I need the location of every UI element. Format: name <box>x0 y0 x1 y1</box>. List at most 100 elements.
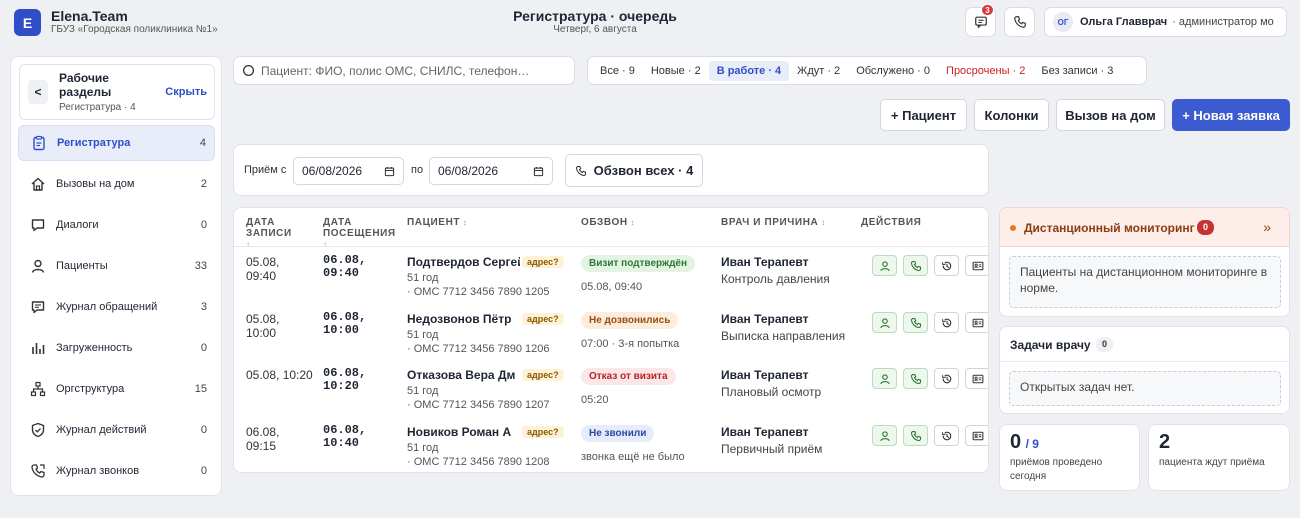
add-patient-button[interactable]: + Пациент <box>880 99 967 131</box>
history-icon <box>941 374 951 383</box>
sort-icon[interactable]: ↕ <box>628 218 635 227</box>
calendar-icon <box>533 166 544 176</box>
history-button[interactable] <box>934 312 959 333</box>
column-header-calling[interactable]: ОБЗВОН ↕ <box>581 217 635 228</box>
table-row[interactable]: 05.08, 10:20 06.08, 10:20 Отказова Вера Д… <box>234 361 988 417</box>
filter-new[interactable]: Новые · 2 <box>643 61 709 81</box>
filter-overdue[interactable]: Просрочены · 2 <box>938 61 1033 81</box>
patient-name[interactable]: Отказова Вера Дм <box>407 369 520 382</box>
patient-oms: · ОМС 7712 3456 7890 1206 <box>407 343 550 355</box>
messages-badge: 3 <box>981 4 994 16</box>
sidebar-item-action-log[interactable]: Журнал действий 0 <box>18 412 215 448</box>
documents-button[interactable] <box>965 368 988 389</box>
sort-icon[interactable]: ↕ <box>818 218 825 227</box>
patient-card-button[interactable] <box>872 255 897 276</box>
address-missing-badge[interactable]: адрес? <box>522 313 564 325</box>
documents-button[interactable] <box>965 312 988 333</box>
patient-card-button[interactable] <box>872 425 897 446</box>
sidebar-item-org-structure[interactable]: Оргструктура 15 <box>18 371 215 407</box>
sidebar-item-requests-log[interactable]: Журнал обращений 3 <box>18 289 215 325</box>
stat-waiting-value: 2 <box>1159 431 1171 453</box>
stat-waiting-card: 2 пациента ждут приёма <box>1148 424 1290 491</box>
visit-date-day: 06.08, <box>323 366 367 380</box>
sidebar-item-registry[interactable]: Регистратура 4 <box>18 125 215 161</box>
sidebar-item-call-log[interactable]: Журнал звонков 0 <box>18 453 215 489</box>
search-input[interactable] <box>261 63 561 78</box>
history-button[interactable] <box>934 425 959 446</box>
user-menu[interactable]: ОГ Ольга Главврач · администратор мо <box>1044 7 1287 37</box>
history-button[interactable] <box>934 368 959 389</box>
address-missing-badge[interactable]: адрес? <box>522 256 564 268</box>
patient-name[interactable]: Недозвонов Пётр <box>407 313 520 326</box>
sidebar-item-home-calls[interactable]: Вызовы на дом 2 <box>18 166 215 202</box>
tasks-divider <box>1000 361 1289 362</box>
messages-button[interactable]: 3 <box>965 4 996 37</box>
stat-done-label: приёмов проведено сегодня <box>1010 457 1103 482</box>
call-status-note: 07:00 · 3-я попытка <box>581 338 680 350</box>
filter-all[interactable]: Все · 9 <box>592 61 643 81</box>
doctor-name: Иван Терапевт <box>721 312 809 326</box>
user-icon <box>879 260 890 271</box>
call-patient-button[interactable] <box>903 312 928 333</box>
patient-card-button[interactable] <box>872 368 897 389</box>
user-name: Ольга Главврач <box>1080 16 1168 28</box>
filter-in-progress[interactable]: В работе · 4 <box>708 60 790 81</box>
back-button[interactable]: < <box>28 80 48 104</box>
visit-date: 06.08, 09:40 <box>323 254 366 280</box>
header-divider <box>234 246 988 247</box>
user-icon <box>879 430 890 441</box>
sidebar-item-workload[interactable]: Загруженность 0 <box>18 330 215 366</box>
stat-waiting-label: пациента ждут приёма <box>1159 457 1265 468</box>
address-missing-badge[interactable]: адрес? <box>522 426 564 438</box>
patient-oms: · ОМС 7712 3456 7890 1208 <box>407 456 550 468</box>
call-patient-button[interactable] <box>903 255 928 276</box>
call-patient-button[interactable] <box>903 368 928 389</box>
history-icon <box>941 431 951 440</box>
sidebar-item-dialogs[interactable]: Диалоги 0 <box>18 207 215 243</box>
columns-button[interactable]: Колонки <box>974 99 1049 131</box>
phone-button[interactable] <box>1004 7 1035 37</box>
call-all-button[interactable]: Обзвон всех · 4 <box>565 154 703 187</box>
filter-waiting[interactable]: Ждут · 2 <box>789 61 848 81</box>
history-icon <box>941 261 951 270</box>
visit-date-day: 06.08, <box>323 423 367 437</box>
monitoring-header[interactable]: Дистанционный мониторинг 0 » <box>999 207 1290 247</box>
record-date-day: 05.08, <box>246 312 280 326</box>
documents-button[interactable] <box>965 255 988 276</box>
expand-icon[interactable]: » <box>1263 219 1271 235</box>
column-header-doctor[interactable]: ВРАЧ И ПРИЧИНА ↕ <box>721 217 826 228</box>
sidebar-title: Рабочие разделы <box>59 71 112 99</box>
patient-search[interactable] <box>233 56 575 85</box>
clipboard-icon <box>33 135 45 151</box>
date-to-input[interactable]: 06/08/2026 <box>429 157 553 185</box>
sort-icon[interactable]: ↕ <box>460 218 467 227</box>
record-date-day: 06.08, <box>246 425 280 439</box>
history-button[interactable] <box>934 255 959 276</box>
address-missing-badge[interactable]: адрес? <box>522 369 564 381</box>
sidebar-item-patients[interactable]: Пациенты 33 <box>18 248 215 284</box>
patient-name[interactable]: Новиков Роман А <box>407 426 520 439</box>
call-status-note: звонка ещё не было <box>581 451 685 463</box>
table-row[interactable]: 05.08, 10:00 06.08, 10:00 Недозвонов Пётр … <box>234 305 988 361</box>
patient-card-button[interactable] <box>872 312 897 333</box>
sidebar-item-count: 2 <box>200 178 207 190</box>
visit-date: 06.08, 10:40 <box>323 424 366 450</box>
new-request-button[interactable]: + Новая заявка <box>1172 99 1290 131</box>
home-call-button[interactable]: Вызов на дом <box>1056 99 1165 131</box>
filter-served[interactable]: Обслужено · 0 <box>848 61 938 81</box>
sidebar-item-count: 0 <box>200 219 207 231</box>
patient-name[interactable]: Подтвердов Сергей <box>407 256 520 269</box>
column-header-patient[interactable]: ПАЦИЕНТ ↕ <box>407 217 468 228</box>
sidebar-item-label: Вызовы на дом <box>56 178 135 190</box>
hide-sidebar-button[interactable]: Скрыть <box>165 86 207 98</box>
bar-chart-icon <box>32 343 45 354</box>
filter-no-appointment[interactable]: Без записи · 3 <box>1033 61 1121 81</box>
table-row[interactable]: 05.08, 09:40 06.08, 09:40 Подтвердов Серге… <box>234 248 988 304</box>
date-from-input[interactable]: 06/08/2026 <box>293 157 404 185</box>
table-row[interactable]: 06.08, 09:15 06.08, 10:40 Новиков Роман А … <box>234 418 988 472</box>
call-patient-button[interactable] <box>903 425 928 446</box>
sidebar-item-count: 0 <box>200 424 207 436</box>
stat-done-value: 0 <box>1010 431 1022 453</box>
documents-button[interactable] <box>965 425 988 446</box>
patient-age: 51 год <box>407 329 439 341</box>
